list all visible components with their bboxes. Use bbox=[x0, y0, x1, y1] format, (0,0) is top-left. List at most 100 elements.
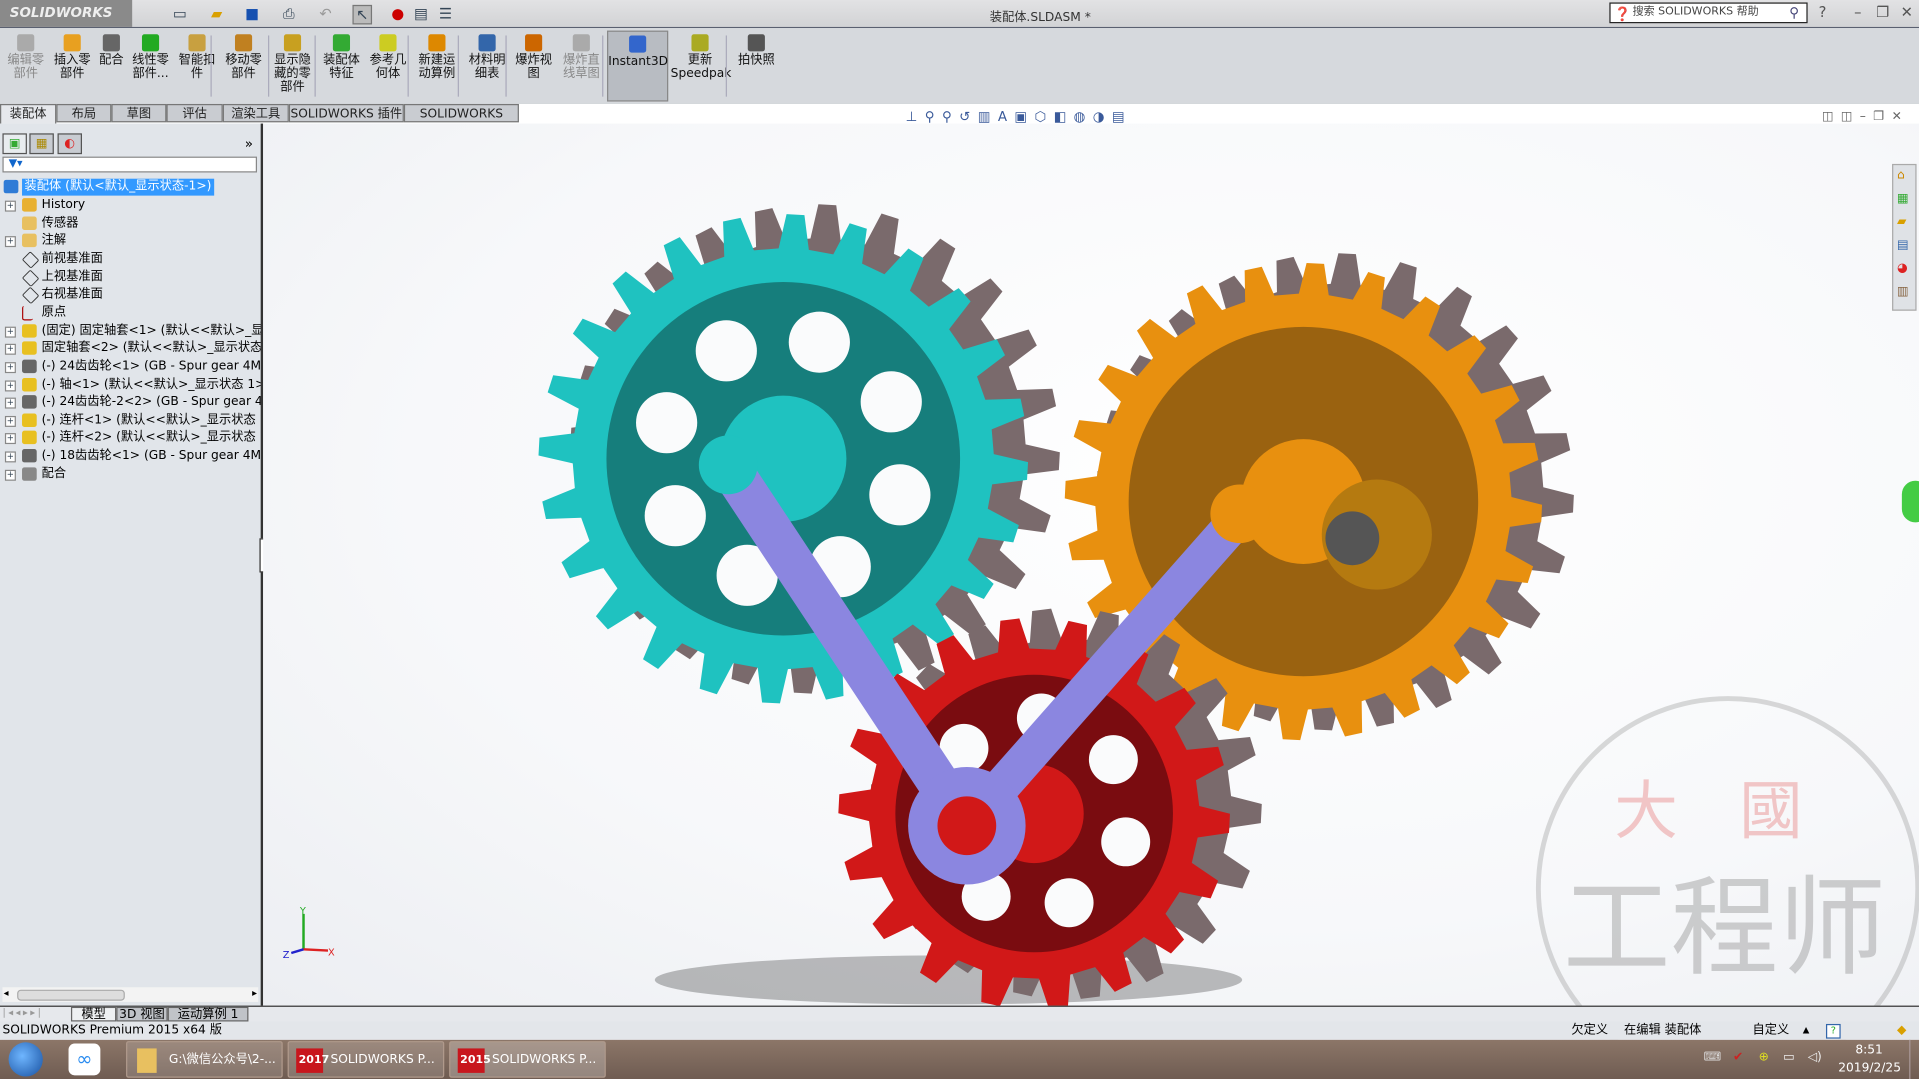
viewport-close-icon[interactable]: ✕ bbox=[1892, 110, 1910, 123]
tree-item[interactable]: + (-) 连杆<1> (默认<<默认>_显示状态 1>) bbox=[0, 412, 261, 429]
network-icon[interactable]: ▭ bbox=[1783, 1051, 1795, 1064]
tree-item[interactable]: + (-) 连杆<2> (默认<<默认>_显示状态 1>) bbox=[0, 430, 261, 447]
dynamic-annotation-icon[interactable]: A bbox=[998, 109, 1015, 125]
hide-show-items-icon[interactable]: ◧ bbox=[1054, 109, 1074, 125]
tree-horizontal-scrollbar[interactable]: ◂ ▸ bbox=[2, 987, 259, 1002]
expand-icon[interactable]: + bbox=[4, 236, 16, 248]
file-properties-icon[interactable]: ▤ bbox=[412, 5, 429, 22]
security-tray-icon[interactable]: ⊕ bbox=[1759, 1051, 1769, 1064]
ribbon-button-10[interactable]: 材料明 细表 bbox=[465, 31, 509, 102]
tab-5[interactable]: SOLIDWORKS 插件 bbox=[288, 103, 404, 123]
save-icon[interactable]: ■ bbox=[244, 5, 261, 22]
view-settings-icon[interactable]: ▤ bbox=[1112, 109, 1132, 125]
tree-item[interactable]: + (固定) 固定轴套<1> (默认<<默认>_显示状态 1>) bbox=[0, 322, 261, 339]
tab-motion-study[interactable]: 运动算例 1 bbox=[167, 1006, 249, 1022]
ribbon-button-2[interactable]: 配合 bbox=[98, 31, 125, 102]
taskbar-solidworks-2017[interactable]: 2017 SOLIDWORKS P... bbox=[287, 1041, 445, 1078]
tree-item[interactable]: 原点 bbox=[0, 304, 261, 321]
tree-item[interactable]: + (-) 24齿齿轮<1> (GB - Spur gear 4M 24T) bbox=[0, 358, 261, 375]
tree-item[interactable]: + (-) 18齿齿轮<1> (GB - Spur gear 4M 18T) bbox=[0, 448, 261, 465]
print-icon[interactable]: ⎙ bbox=[280, 5, 297, 22]
view-orientation-menu-icon[interactable]: ▣ bbox=[1014, 109, 1034, 125]
expand-icon[interactable]: + bbox=[4, 326, 16, 338]
clock-time[interactable]: 8:51 bbox=[1855, 1044, 1882, 1057]
ribbon-button-5[interactable]: 移动零 部件 bbox=[222, 31, 266, 102]
help-search-input[interactable]: ❓ 搜索 SOLIDWORKS 帮助 ⚲ bbox=[1609, 2, 1808, 24]
taskbar-solidworks-2015[interactable]: 2015 SOLIDWORKS P... bbox=[449, 1041, 606, 1078]
expand-icon[interactable]: + bbox=[4, 200, 16, 212]
ribbon-button-3[interactable]: 线性零 部件... bbox=[126, 31, 175, 102]
expand-icon[interactable]: + bbox=[4, 343, 16, 356]
quick-tips-icon[interactable]: ? bbox=[1825, 1023, 1841, 1039]
undo-icon[interactable]: ↶ bbox=[317, 5, 334, 22]
tree-item[interactable]: 上视基准面 bbox=[0, 269, 261, 286]
expand-icon[interactable]: + bbox=[4, 415, 16, 427]
tree-filter[interactable]: ▼▾ bbox=[2, 156, 258, 173]
ribbon-button-9[interactable]: 新建运 动算例 bbox=[414, 31, 461, 102]
tab-scroll-arrows[interactable]: |◂◂▸▸| bbox=[2, 1007, 71, 1022]
select-icon[interactable]: ↖ bbox=[352, 4, 373, 25]
tab-6[interactable]: SOLIDWORKS MBD bbox=[403, 103, 519, 139]
expand-icon[interactable]: + bbox=[4, 397, 16, 409]
ribbon-button-8[interactable]: 参考几 何体 bbox=[366, 31, 410, 102]
units-up-icon[interactable]: ▲ bbox=[1803, 1022, 1810, 1040]
tab-0[interactable]: 装配体 bbox=[0, 103, 57, 124]
ribbon-button-6[interactable]: 显示隐 藏的零 部件 bbox=[270, 31, 314, 102]
graphics-area[interactable]: ⊥⚲⚲↺▥A▣⬡◧◍◑▤ ◫◫–❐✕ ⌂ ▦ ▰ ▤ ◕ ▥ 大國 工程师 Y … bbox=[263, 109, 1919, 1079]
ribbon-button-7[interactable]: 装配体 特征 bbox=[319, 31, 363, 102]
tree-item[interactable]: + History bbox=[0, 197, 261, 214]
clock-date[interactable]: 2019/2/25 bbox=[1838, 1062, 1901, 1075]
units-selector[interactable]: 自定义 bbox=[1753, 1022, 1790, 1040]
scroll-left-icon[interactable]: ◂ bbox=[4, 987, 9, 998]
zoom-area-icon[interactable]: ⚲ bbox=[942, 109, 959, 125]
tile-left-icon[interactable]: ◫ bbox=[1822, 110, 1841, 123]
tree-root[interactable]: 装配体 (默认<默认_显示状态-1>) bbox=[0, 178, 261, 196]
new-document-icon[interactable]: ▭ bbox=[171, 5, 188, 22]
previous-view-icon[interactable]: ↺ bbox=[959, 109, 978, 125]
tab-3d-views[interactable]: 3D 视图 bbox=[116, 1006, 168, 1022]
solidworks-logo[interactable]: SOLIDWORKS bbox=[0, 0, 133, 27]
tab-1[interactable]: 布局 bbox=[56, 103, 112, 123]
feature-manager-tab-icon[interactable]: ▣ bbox=[2, 133, 27, 155]
ribbon-button-0[interactable]: 编辑零 部件 bbox=[4, 31, 48, 102]
tree-item[interactable]: 前视基准面 bbox=[0, 251, 261, 268]
open-icon[interactable]: ▰ bbox=[208, 5, 225, 22]
close-icon[interactable]: ✕ bbox=[1901, 4, 1913, 21]
expand-icon[interactable]: + bbox=[4, 379, 16, 391]
edit-appearance-icon[interactable]: ◍ bbox=[1074, 109, 1093, 125]
tile-right-icon[interactable]: ◫ bbox=[1841, 110, 1860, 123]
tab-model[interactable]: 模型 bbox=[70, 1006, 117, 1022]
tag-icon[interactable]: ◆ bbox=[1897, 1022, 1906, 1040]
tab-2[interactable]: 草图 bbox=[111, 103, 167, 123]
tree-item[interactable]: + 注解 bbox=[0, 233, 261, 250]
tab-4[interactable]: 渲染工具 bbox=[222, 103, 289, 123]
display-manager-tab-icon[interactable]: ◐ bbox=[57, 133, 82, 155]
expand-icon[interactable]: + bbox=[4, 451, 16, 463]
apply-scene-icon[interactable]: ◑ bbox=[1093, 109, 1112, 125]
viewport-restore-icon[interactable]: ❐ bbox=[1873, 110, 1891, 123]
view-orientation-icon[interactable]: ⊥ bbox=[906, 109, 925, 125]
display-style-icon[interactable]: ⬡ bbox=[1034, 109, 1053, 125]
help-menu-icon[interactable]: ? bbox=[1819, 4, 1827, 21]
zoom-to-fit-icon[interactable]: ⚲ bbox=[925, 109, 942, 125]
search-icon[interactable]: ⚲ bbox=[1789, 4, 1799, 22]
property-manager-tab-icon[interactable]: ▦ bbox=[29, 133, 54, 155]
scroll-thumb[interactable] bbox=[17, 989, 125, 1001]
scroll-right-icon[interactable]: ▸ bbox=[252, 987, 257, 998]
expand-icon[interactable]: + bbox=[4, 469, 16, 481]
restore-icon[interactable]: ❐ bbox=[1876, 4, 1889, 21]
ribbon-button-4[interactable]: 智能扣 件 bbox=[175, 31, 219, 102]
tab-3[interactable]: 评估 bbox=[166, 103, 223, 123]
show-desktop-button[interactable] bbox=[1909, 1039, 1919, 1079]
section-view-icon[interactable]: ▥ bbox=[978, 109, 998, 125]
keyboard-icon[interactable]: ⌨ bbox=[1704, 1051, 1722, 1064]
start-button[interactable] bbox=[8, 1042, 43, 1077]
ribbon-button-12[interactable]: 爆炸直 线草图 bbox=[558, 31, 605, 102]
options-icon[interactable]: ☰ bbox=[437, 5, 454, 22]
ribbon-button-11[interactable]: 爆炸视 图 bbox=[512, 31, 556, 102]
minimize-icon[interactable]: – bbox=[1854, 4, 1861, 21]
solidworks-rx-icon[interactable]: ✔ bbox=[1733, 1051, 1743, 1064]
volume-icon[interactable]: ◁) bbox=[1808, 1051, 1822, 1064]
expand-icon[interactable]: + bbox=[4, 361, 16, 373]
tree-item[interactable]: + (-) 轴<1> (默认<<默认>_显示状态 1>) bbox=[0, 376, 261, 393]
